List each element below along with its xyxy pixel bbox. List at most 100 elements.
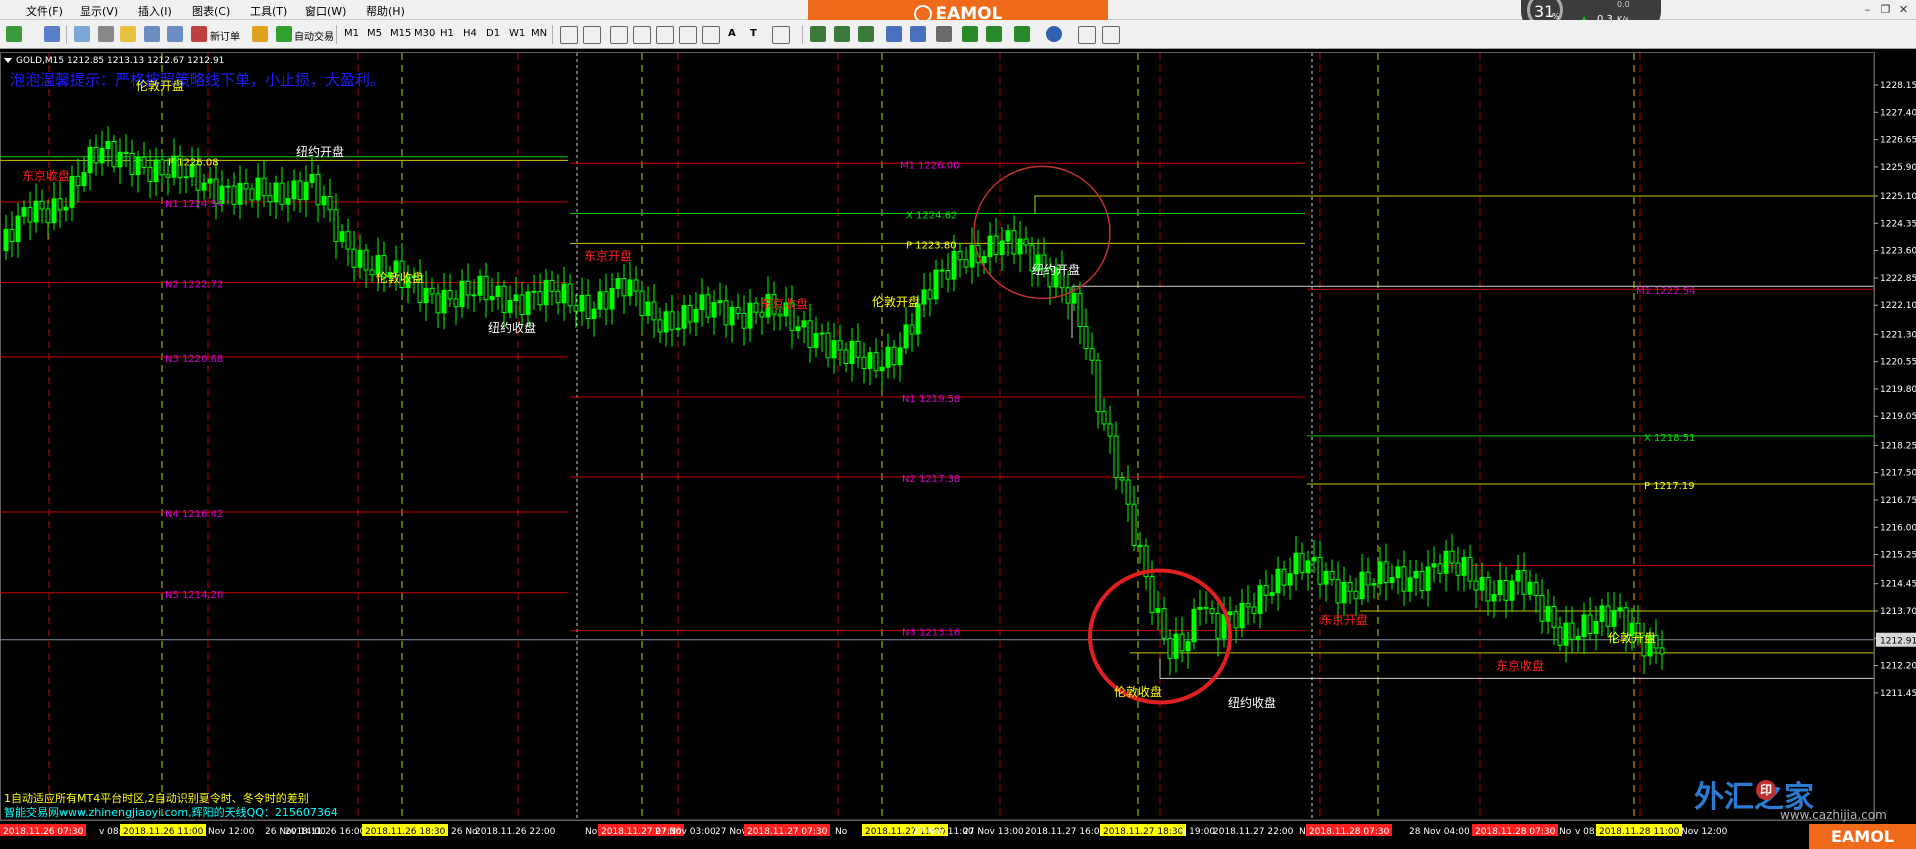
candle-body [363, 249, 369, 271]
menu-help[interactable]: 帮助(H) [366, 3, 405, 19]
candle-body [39, 200, 45, 210]
candle-body [1359, 571, 1365, 600]
candle-body [1515, 569, 1521, 582]
candle-body [1293, 552, 1299, 575]
timeframe-w1[interactable]: W1 [509, 28, 525, 39]
candle-body [663, 311, 669, 333]
cursor-icon[interactable] [560, 26, 578, 44]
brand-badge: EAMOL [1809, 824, 1916, 849]
candle-body [1521, 569, 1527, 595]
price-axis-label: 1216.00 [1880, 523, 1916, 533]
profiles-icon[interactable] [44, 26, 60, 42]
timeframe-h1[interactable]: H1 [440, 28, 454, 39]
candle-body [951, 250, 957, 280]
candle-body [1599, 605, 1605, 623]
minimize-icon[interactable]: – [1860, 4, 1875, 17]
candle-body [129, 152, 135, 176]
close-icon[interactable]: ✕ [1896, 4, 1911, 17]
menu-tools[interactable]: 工具(T) [250, 3, 287, 19]
auto-trade-button[interactable]: 自动交易 [294, 28, 334, 43]
candle-body [1497, 580, 1503, 596]
candle-body [1395, 566, 1401, 579]
candle-body [285, 198, 291, 205]
timeframe-m5[interactable]: M5 [367, 28, 382, 39]
candle-body [825, 332, 831, 359]
candle-chart-icon[interactable] [834, 26, 850, 42]
timeframe-mn[interactable]: MN [531, 28, 547, 39]
candle-body [1131, 503, 1137, 546]
candle-body [495, 285, 501, 297]
menu-charts[interactable]: 图表(C) [192, 3, 230, 19]
price-chart[interactable]: GOLD,M15 1212.85 1213.13 1212.67 1212.91… [0, 50, 1916, 849]
new-chart-icon[interactable] [6, 26, 22, 42]
crosshair-icon[interactable] [583, 26, 601, 44]
menu-file[interactable]: 文件(F) [26, 3, 63, 19]
time-axis-label: 2018.11.27 18:30 [1103, 827, 1184, 837]
candle-body [681, 304, 687, 329]
timeframe-m30[interactable]: M30 [414, 28, 435, 39]
templates-icon[interactable] [1078, 26, 1096, 44]
candle-body [627, 279, 633, 297]
fibonacci-icon[interactable] [702, 26, 720, 44]
trendline-icon[interactable] [656, 26, 674, 44]
session-label: 东京收盘 [760, 296, 808, 311]
chart-menu-triangle-icon[interactable] [4, 58, 12, 63]
zoom-out-icon[interactable] [910, 26, 926, 42]
candle-body [1173, 633, 1179, 659]
pivot-level-label: N2 1217.38 [902, 474, 960, 485]
candle-body [537, 290, 543, 306]
candle-body [1251, 606, 1257, 614]
pivot-level-label: N5 1214.20 [165, 590, 223, 601]
properties-icon[interactable] [1102, 26, 1120, 44]
toolbar-separator [66, 25, 67, 44]
horizontal-line-icon[interactable] [633, 26, 651, 44]
zoom-in-icon[interactable] [886, 26, 902, 42]
channel-icon[interactable] [679, 26, 697, 44]
periods-clock-icon[interactable] [1046, 26, 1062, 42]
candle-body [1119, 477, 1125, 481]
candle-body [579, 294, 585, 312]
menu-insert[interactable]: 插入(I) [138, 3, 172, 19]
new-order-icon[interactable] [191, 26, 207, 42]
meta-editor-icon[interactable] [252, 26, 268, 42]
candle-body [1269, 592, 1275, 596]
candle-body [105, 140, 111, 150]
vertical-line-icon[interactable] [610, 26, 628, 44]
candle-body [969, 244, 975, 268]
candle-body [1455, 562, 1461, 576]
auto-trade-icon[interactable] [276, 26, 292, 42]
favorites-star-icon[interactable] [120, 26, 136, 42]
restore-icon[interactable]: ❐ [1878, 4, 1893, 17]
bar-chart-icon[interactable] [810, 26, 826, 42]
price-axis-label: 1222.10 [1880, 301, 1916, 311]
session-label: 伦敦开盘 [136, 78, 184, 93]
tester-icon[interactable] [167, 26, 183, 42]
timeframe-h4[interactable]: H4 [463, 28, 477, 39]
new-order-button[interactable]: 新订单 [210, 28, 240, 43]
candle-body [711, 302, 717, 318]
candle-body [267, 195, 273, 203]
timeframe-m1[interactable]: M1 [344, 28, 359, 39]
candle-body [69, 175, 75, 208]
terminal-icon[interactable] [144, 26, 160, 42]
chart-shift-icon[interactable] [962, 26, 978, 42]
menu-view[interactable]: 显示(V) [80, 3, 118, 19]
candle-body [669, 311, 675, 331]
timeframe-d1[interactable]: D1 [486, 28, 500, 39]
candle-body [831, 340, 837, 359]
timeframe-m15[interactable]: M15 [390, 28, 411, 39]
autoscroll-icon[interactable] [986, 26, 1002, 42]
tile-windows-icon[interactable] [936, 26, 952, 42]
arrows-icon[interactable] [772, 26, 790, 44]
indicators-icon[interactable] [1014, 26, 1030, 42]
crosshair-nav-icon[interactable] [98, 26, 114, 42]
market-watch-icon[interactable] [74, 26, 90, 42]
line-chart-icon[interactable] [858, 26, 874, 42]
candle-body [531, 290, 537, 293]
candle-body [435, 293, 441, 314]
text-label-tool[interactable]: T [750, 28, 757, 39]
menu-window[interactable]: 窗口(W) [305, 3, 346, 19]
candle-body [597, 291, 603, 310]
text-tool[interactable]: A [728, 28, 736, 39]
candle-body [891, 346, 897, 366]
